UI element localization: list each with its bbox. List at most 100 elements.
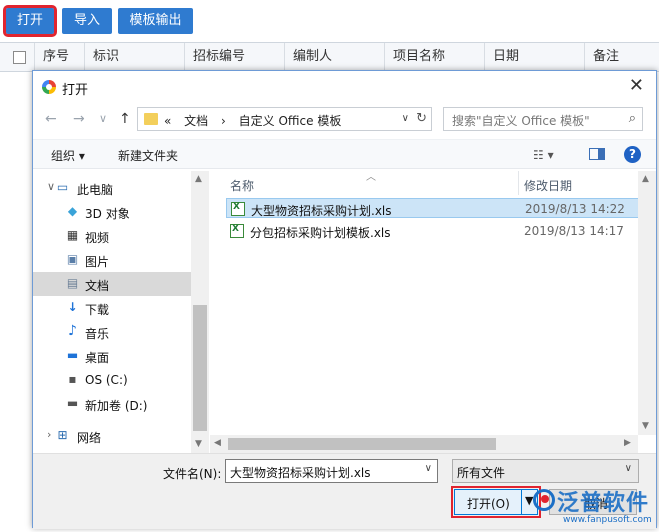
nav-item-network[interactable]: › ⊞ 网络 (33, 424, 191, 448)
scroll-down-icon[interactable]: ▼ (195, 439, 202, 449)
nav-label: OS (C:) (85, 373, 128, 387)
back-arrow-icon[interactable]: ← (45, 110, 57, 128)
nav-label: 文档 (85, 279, 110, 293)
computer-icon: ▭ (56, 180, 69, 194)
column-header-bid-number[interactable]: 招标编号 (184, 43, 284, 71)
grid-body (0, 72, 32, 532)
file-modified-date: 2019/8/13 14:17 (524, 224, 624, 238)
file-name: 分包招标采购计划模板.xls (250, 226, 391, 240)
column-header-remarks[interactable]: 备注 (584, 43, 659, 71)
chevron-down-icon[interactable]: ∨ (402, 110, 409, 128)
column-header-date[interactable]: 日期 (484, 43, 584, 71)
excel-file-icon (231, 202, 245, 216)
scroll-up-icon[interactable]: ▲ (642, 174, 649, 184)
search-input[interactable]: 搜索"自定义 Office 模板" (452, 112, 590, 129)
open-file-dialog: 打开 ✕ ← → ∨ ↑ « 文档 › 自定义 Office 模板 ∨ ↻ 搜索… (32, 70, 657, 529)
scroll-up-icon[interactable]: ▲ (195, 174, 202, 184)
scrollbar-thumb[interactable] (228, 438, 496, 450)
nav-label: 此电脑 (77, 183, 114, 197)
filename-label: 文件名(N): (163, 467, 222, 481)
nav-label: 新加卷 (D:) (85, 399, 148, 413)
column-divider[interactable] (518, 171, 519, 195)
navigation-pane: ∨ ▭ 此电脑 ◆ 3D 对象 ▦ 视频 ▣ 图片 ▤ 文档 ↓ 下载 ♪ 音乐 (33, 171, 209, 453)
file-list: ︿ 名称 修改日期 大型物资招标采购计划.xls 2019/8/13 14:22… (210, 171, 656, 453)
app-toolbar: 打开 导入 模板输出 (0, 0, 659, 40)
drive-d-icon: ▬ (66, 396, 79, 410)
nav-pane-scrollbar[interactable]: ▲ ▼ (191, 171, 209, 453)
breadcrumb-office-templates[interactable]: 自定义 Office 模板 (239, 114, 342, 128)
forward-arrow-icon[interactable]: → (73, 110, 85, 128)
file-list-vertical-scrollbar[interactable]: ▲ ▼ (638, 171, 656, 435)
nav-item-pictures[interactable]: ▣ 图片 (33, 248, 191, 272)
picture-icon: ▣ (66, 252, 79, 266)
file-list-header: ︿ 名称 修改日期 (210, 171, 656, 195)
breadcrumb: « 文档 › 自定义 Office 模板 (164, 112, 350, 129)
file-list-horizontal-scrollbar[interactable]: ◀ ▶ (210, 435, 638, 453)
column-header-tag[interactable]: 标识 (84, 43, 184, 71)
folder-icon (144, 113, 158, 125)
open-button-label: 打开(O) (467, 497, 510, 511)
nav-item-desktop[interactable]: ▬ 桌面 (33, 344, 191, 368)
search-icon[interactable]: ⌕ (629, 111, 636, 126)
file-type-value: 所有文件 (457, 466, 506, 480)
nav-item-downloads[interactable]: ↓ 下载 (33, 296, 191, 320)
music-icon: ♪ (68, 323, 77, 339)
dialog-open-button[interactable]: 打开(O) ▼ (451, 486, 541, 518)
column-header-index[interactable]: 序号 (34, 43, 82, 71)
column-header-modified[interactable]: 修改日期 (524, 177, 572, 194)
close-icon[interactable]: ✕ (629, 76, 644, 96)
column-header-project-name[interactable]: 项目名称 (384, 43, 484, 71)
breadcrumb-documents[interactable]: 文档 (184, 114, 208, 128)
drive-c-icon: ▪ (68, 372, 77, 386)
nav-item-drive-d[interactable]: ▬ 新加卷 (D:) (33, 392, 191, 416)
command-bar: 组织 ▾ 新建文件夹 ☷ ▾ ? (33, 139, 656, 169)
download-icon: ↓ (67, 300, 78, 314)
template-export-button[interactable]: 模板输出 (118, 8, 193, 34)
chevron-right-icon[interactable]: › (47, 428, 51, 441)
nav-label: 音乐 (85, 327, 110, 341)
view-options-icon[interactable]: ☷ ▾ (533, 148, 554, 162)
recent-locations-icon[interactable]: ∨ (99, 110, 107, 128)
brand-logo-icon (533, 489, 555, 511)
up-arrow-icon[interactable]: ↑ (119, 110, 131, 128)
search-box[interactable]: 搜索"自定义 Office 模板" ⌕ (443, 107, 643, 131)
scroll-down-icon[interactable]: ▼ (642, 421, 649, 431)
nav-item-videos[interactable]: ▦ 视频 (33, 224, 191, 248)
scroll-right-icon[interactable]: ▶ (624, 438, 631, 448)
address-bar[interactable]: « 文档 › 自定义 Office 模板 ∨ ↻ (137, 107, 432, 131)
column-header-name[interactable]: 名称 (230, 177, 254, 194)
nav-label: 视频 (85, 231, 110, 245)
open-button[interactable]: 打开 (3, 5, 57, 37)
nav-item-drive-c[interactable]: ▪ OS (C:) (33, 368, 191, 392)
file-name: 大型物资招标采购计划.xls (251, 204, 392, 218)
refresh-icon[interactable]: ↻ (416, 110, 427, 128)
chevron-down-icon[interactable]: ∨ (47, 180, 55, 193)
filename-field[interactable]: 大型物资招标采购计划.xls ∨ (225, 459, 438, 483)
nav-item-documents[interactable]: ▤ 文档 (33, 272, 191, 296)
organize-menu[interactable]: 组织 ▾ (51, 147, 85, 164)
file-type-select[interactable]: 所有文件 ∨ (452, 459, 639, 483)
chevron-down-icon[interactable]: ∨ (425, 463, 432, 474)
brand-name: 泛普软件 (557, 491, 650, 516)
file-row[interactable]: 大型物资招标采购计划.xls 2019/8/13 14:22 (226, 198, 648, 218)
filename-value[interactable]: 大型物资招标采购计划.xls (230, 464, 371, 481)
help-icon[interactable]: ? (624, 146, 641, 163)
excel-file-icon (230, 224, 244, 238)
nav-label: 桌面 (85, 351, 110, 365)
preview-pane-icon[interactable] (589, 148, 605, 160)
cube-icon: ◆ (67, 204, 78, 218)
nav-item-this-pc[interactable]: ∨ ▭ 此电脑 (33, 176, 191, 200)
scrollbar-thumb[interactable] (193, 305, 207, 431)
nav-item-music[interactable]: ♪ 音乐 (33, 320, 191, 344)
column-header-author[interactable]: 编制人 (284, 43, 384, 71)
select-all-checkbox[interactable] (13, 51, 26, 64)
import-button[interactable]: 导入 (62, 8, 112, 34)
nav-item-3d-objects[interactable]: ◆ 3D 对象 (33, 200, 191, 224)
file-modified-date: 2019/8/13 14:22 (525, 202, 625, 216)
file-row[interactable]: 分包招标采购计划模板.xls 2019/8/13 14:17 (226, 221, 648, 241)
new-folder-button[interactable]: 新建文件夹 (118, 147, 178, 164)
chevron-down-icon[interactable]: ∨ (625, 463, 632, 474)
nav-label: 图片 (85, 255, 110, 269)
scroll-left-icon[interactable]: ◀ (214, 438, 221, 448)
breadcrumb-overflow[interactable]: « (164, 114, 171, 128)
